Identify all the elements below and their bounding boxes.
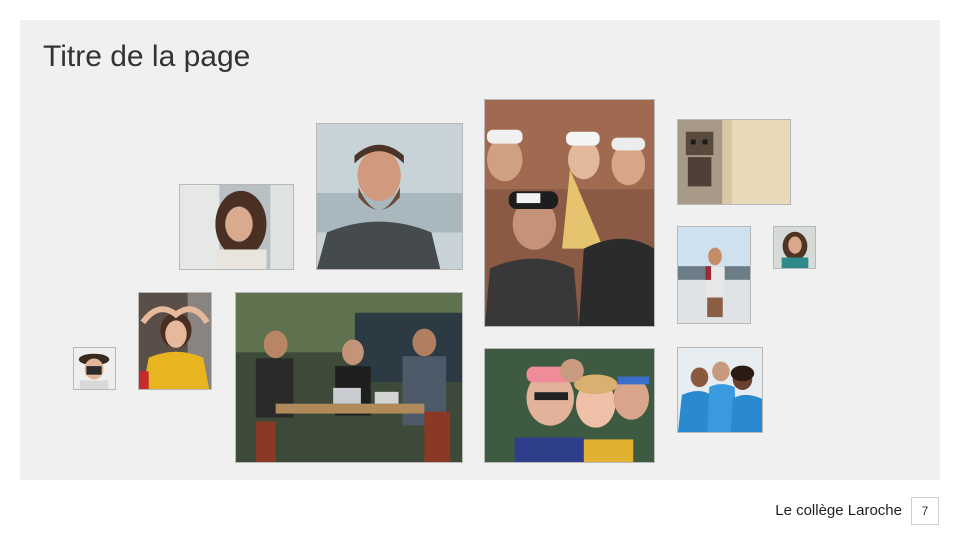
photo-woman-curly[interactable] (773, 226, 816, 269)
portrait-photo-icon (678, 227, 750, 323)
photo-volunteers[interactable] (677, 347, 763, 433)
photo-women-selfie[interactable] (484, 348, 655, 463)
portrait-photo-icon (774, 227, 815, 268)
object-photo-icon (678, 120, 790, 204)
portrait-photo-icon (74, 348, 115, 389)
photo-robot-toy[interactable] (677, 119, 791, 205)
photo-man-beach[interactable] (677, 226, 751, 324)
photo-girl-camera[interactable] (73, 347, 116, 390)
photo-bearded-man[interactable] (316, 123, 463, 270)
page-title: Titre de la page (43, 40, 251, 73)
group-photo-icon (678, 348, 762, 432)
photo-friends-caps[interactable] (484, 99, 655, 327)
portrait-photo-icon (317, 124, 462, 269)
group-photo-icon (236, 293, 462, 462)
photo-team-laptops[interactable] (235, 292, 463, 463)
photo-woman-yellow[interactable] (138, 292, 212, 390)
portrait-photo-icon (180, 185, 293, 269)
photo-woman-window[interactable] (179, 184, 294, 270)
group-photo-icon (485, 349, 654, 462)
footer-college-name: Le collège Laroche (775, 502, 902, 519)
page-number: 7 (911, 497, 939, 525)
portrait-photo-icon (139, 293, 211, 389)
group-photo-icon (485, 100, 654, 326)
